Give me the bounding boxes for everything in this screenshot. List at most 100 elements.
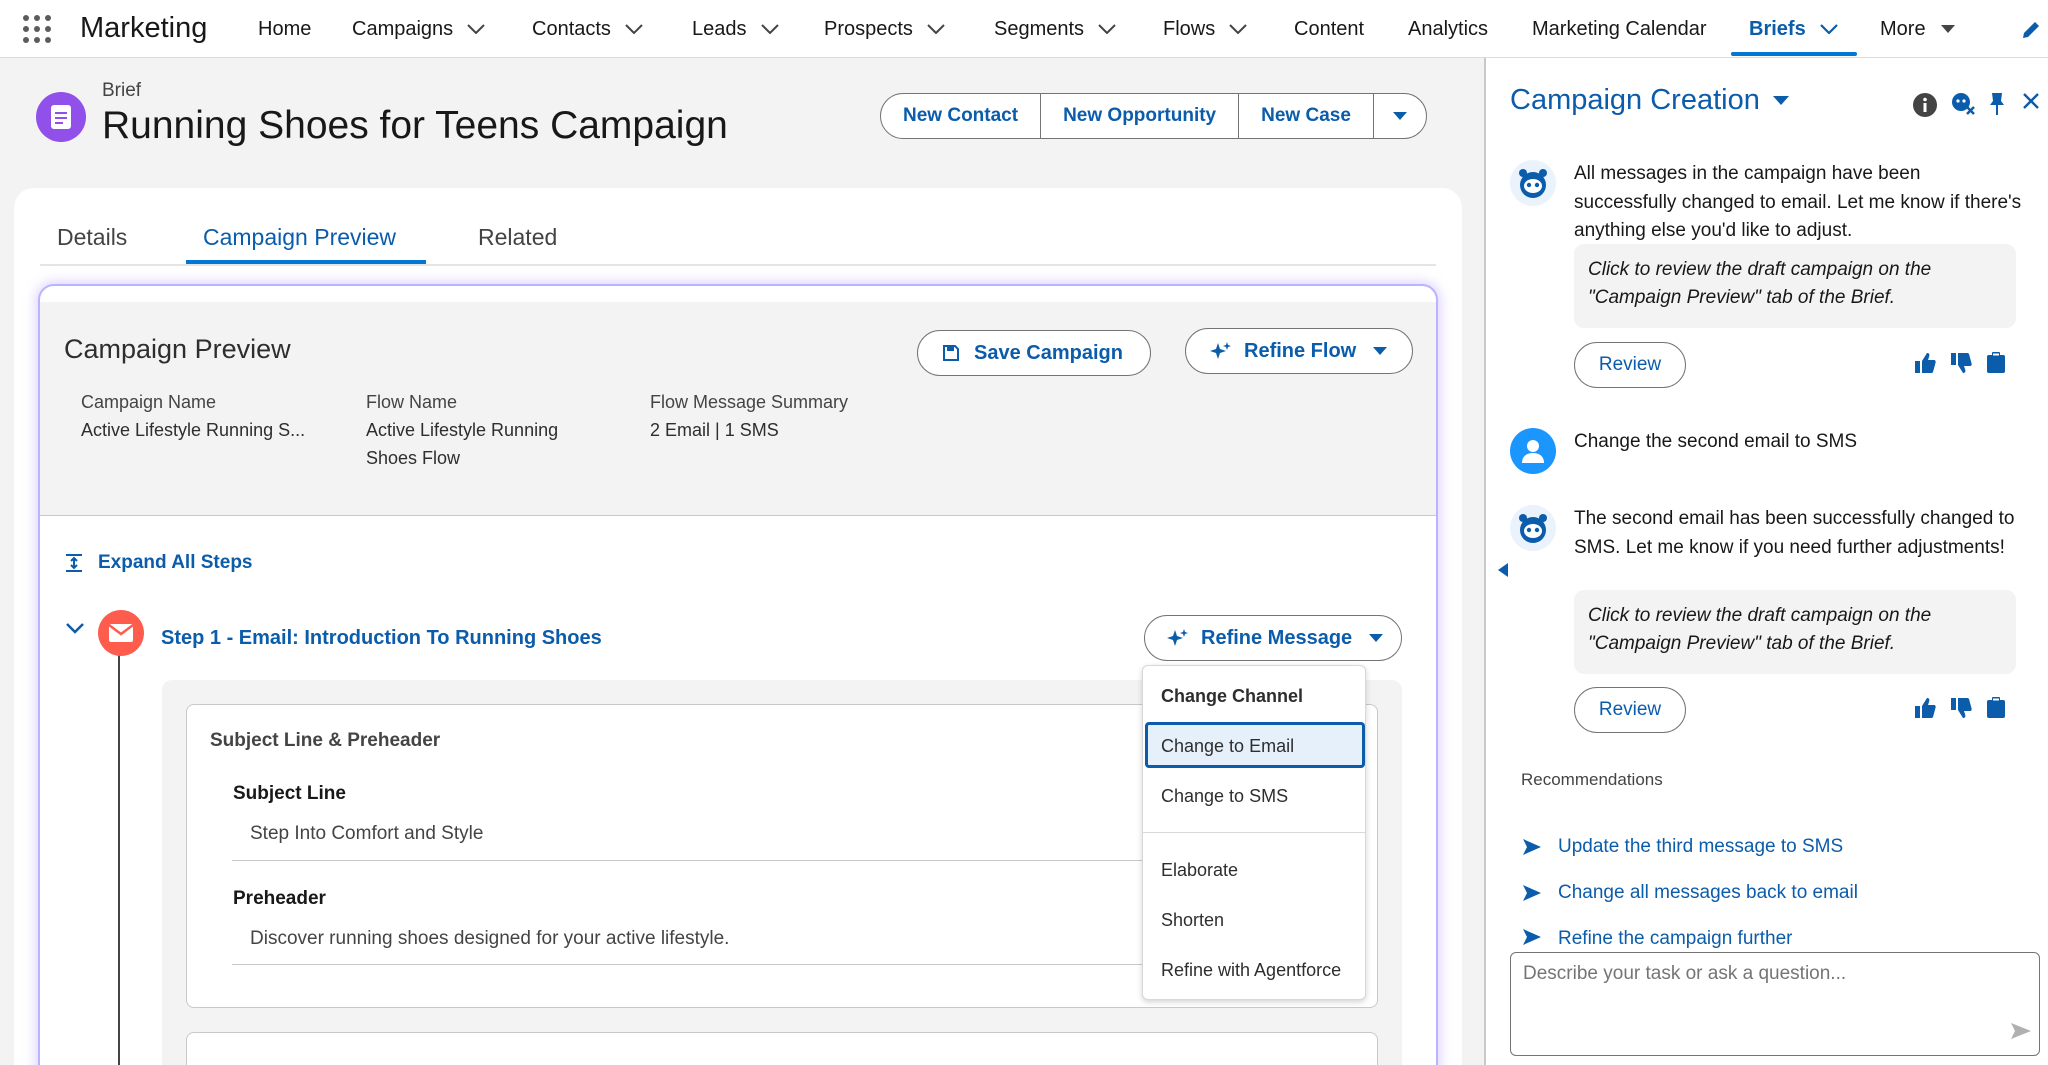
step-timeline-line: [118, 654, 120, 1065]
record-actions-group: New Contact New Opportunity New Case: [880, 93, 1427, 139]
subject-line-label: Subject Line: [233, 783, 346, 804]
panel-title-dropdown[interactable]: Campaign Creation: [1510, 84, 1790, 117]
thumbs-down-icon[interactable]: [1950, 352, 1972, 374]
app-launcher-icon[interactable]: [22, 14, 52, 44]
step-collapse-chevron-icon[interactable]: [66, 623, 84, 635]
menu-item-elaborate[interactable]: Elaborate: [1161, 860, 1238, 881]
record-tabs: Details Campaign Preview Related: [40, 216, 1436, 266]
recommendation-item[interactable]: Change all messages back to email: [1522, 882, 1858, 904]
refine-flow-button[interactable]: Refine Flow: [1185, 328, 1413, 374]
user-avatar-icon: [1510, 428, 1556, 474]
global-navigation: Marketing Home Campaigns Contacts Leads …: [0, 0, 2048, 58]
recommendation-item[interactable]: Refine the campaign further: [1522, 928, 1792, 948]
nav-item-contacts[interactable]: Contacts: [532, 0, 643, 58]
refine-message-label: Refine Message: [1201, 626, 1353, 649]
nav-item-more[interactable]: More: [1880, 0, 1956, 58]
review-button[interactable]: Review: [1574, 342, 1686, 388]
copy-icon[interactable]: [1986, 352, 2006, 374]
recommendation-text: Refine the campaign further: [1558, 928, 1793, 948]
more-actions-button[interactable]: [1374, 94, 1426, 138]
nav-item-analytics[interactable]: Analytics: [1408, 0, 1488, 58]
nav-item-label: Flows: [1163, 17, 1216, 40]
nav-item-label: More: [1880, 17, 1926, 40]
nav-item-briefs[interactable]: Briefs: [1749, 0, 1838, 58]
nav-item-label: Marketing Calendar: [1532, 17, 1707, 40]
chevron-down-icon[interactable]: [760, 24, 779, 34]
caret-down-icon[interactable]: [1940, 24, 1956, 34]
recommendation-text: Update the third message to SMS: [1558, 836, 1844, 857]
pin-icon[interactable]: [1988, 92, 2006, 116]
review-button[interactable]: Review: [1574, 687, 1686, 733]
next-section-card: [186, 1032, 1378, 1065]
copy-icon[interactable]: [1986, 697, 2006, 719]
nav-item-leads[interactable]: Leads: [692, 0, 779, 58]
caret-down-icon: [1392, 111, 1408, 121]
new-opportunity-button[interactable]: New Opportunity: [1041, 94, 1240, 138]
nav-item-label: Content: [1294, 17, 1365, 40]
menu-item-change-to-email[interactable]: Change to Email: [1161, 736, 1294, 757]
feedback-actions: [1914, 352, 2006, 374]
nav-item-label: Briefs: [1749, 17, 1806, 40]
close-icon[interactable]: [2022, 92, 2040, 110]
menu-item-refine-with-agentforce[interactable]: Refine with Agentforce: [1161, 960, 1341, 981]
save-campaign-label: Save Campaign: [974, 341, 1123, 364]
preheader-label: Preheader: [233, 888, 326, 909]
nav-item-content[interactable]: Content: [1294, 0, 1364, 58]
thumbs-up-icon[interactable]: [1914, 352, 1936, 374]
send-arrow-icon: [1523, 839, 1541, 855]
new-case-button[interactable]: New Case: [1239, 94, 1374, 138]
section-title: Subject Line & Preheader: [210, 730, 441, 751]
nav-item-segments[interactable]: Segments: [994, 0, 1116, 58]
agent-settings-icon[interactable]: [1950, 92, 1976, 116]
flow-name-value: Active Lifestyle Running Shoes Flow: [366, 420, 559, 468]
chevron-down-icon[interactable]: [927, 24, 945, 34]
agent-prompt-input[interactable]: [1510, 952, 2040, 1056]
recommendation-item[interactable]: Update the third message to SMS: [1522, 836, 1843, 858]
menu-item-change-to-sms[interactable]: Change to SMS: [1161, 786, 1288, 807]
review-hint-text: Click to review the draft campaign on th…: [1574, 244, 2016, 328]
sparkle-icon: [1167, 628, 1189, 648]
caret-down-icon: [1772, 95, 1790, 106]
review-hint-text: Click to review the draft campaign on th…: [1574, 590, 2016, 674]
active-nav-indicator: [1731, 52, 1857, 56]
collapse-panel-icon[interactable]: [1497, 562, 1509, 578]
save-campaign-button[interactable]: Save Campaign: [917, 330, 1151, 376]
tab-related[interactable]: Related: [478, 224, 557, 251]
expand-icon: [64, 554, 84, 572]
chevron-down-icon[interactable]: [1819, 24, 1838, 34]
step-title[interactable]: Step 1 - Email: Introduction To Running …: [161, 627, 602, 650]
chevron-down-icon[interactable]: [1098, 24, 1116, 34]
nav-item-label: Analytics: [1408, 17, 1489, 40]
menu-item-shorten[interactable]: Shorten: [1161, 910, 1224, 931]
expand-all-steps-button[interactable]: Expand All Steps: [64, 552, 253, 574]
edit-nav-icon[interactable]: [2021, 20, 2041, 40]
thumbs-up-icon[interactable]: [1914, 697, 1936, 719]
flow-message-summary-label: Flow Message Summary: [650, 392, 849, 412]
agent-avatar-icon: [1510, 505, 1556, 551]
agent-message-text: All messages in the campaign have been s…: [1574, 163, 2022, 241]
nav-item-flows[interactable]: Flows: [1163, 0, 1247, 58]
refine-flow-label: Refine Flow: [1244, 339, 1357, 362]
chevron-down-icon[interactable]: [625, 24, 643, 34]
chevron-down-icon[interactable]: [467, 24, 485, 34]
refine-message-button[interactable]: Refine Message: [1144, 615, 1402, 661]
caret-down-icon: [1372, 346, 1388, 356]
thumbs-down-icon[interactable]: [1950, 697, 1972, 719]
panel-title: Campaign Creation: [1510, 84, 1760, 116]
menu-group-header: Change Channel: [1161, 686, 1304, 706]
nav-item-home[interactable]: Home: [258, 0, 311, 58]
info-icon[interactable]: [1912, 92, 1938, 118]
feedback-actions: [1914, 697, 2006, 719]
tab-details[interactable]: Details: [57, 224, 127, 251]
nav-item-marketing-calendar[interactable]: Marketing Calendar: [1532, 0, 1707, 58]
campaign-name-value: Active Lifestyle Running S...: [81, 420, 306, 440]
nav-item-label: Prospects: [824, 17, 913, 40]
agent-avatar-icon: [1510, 160, 1556, 206]
new-contact-button[interactable]: New Contact: [881, 94, 1042, 138]
send-icon[interactable]: [2010, 1022, 2032, 1040]
menu-divider: [1143, 832, 1365, 833]
tab-campaign-preview[interactable]: Campaign Preview: [203, 224, 396, 251]
nav-item-prospects[interactable]: Prospects: [824, 0, 945, 58]
nav-item-campaigns[interactable]: Campaigns: [352, 0, 485, 58]
chevron-down-icon[interactable]: [1229, 24, 1247, 34]
